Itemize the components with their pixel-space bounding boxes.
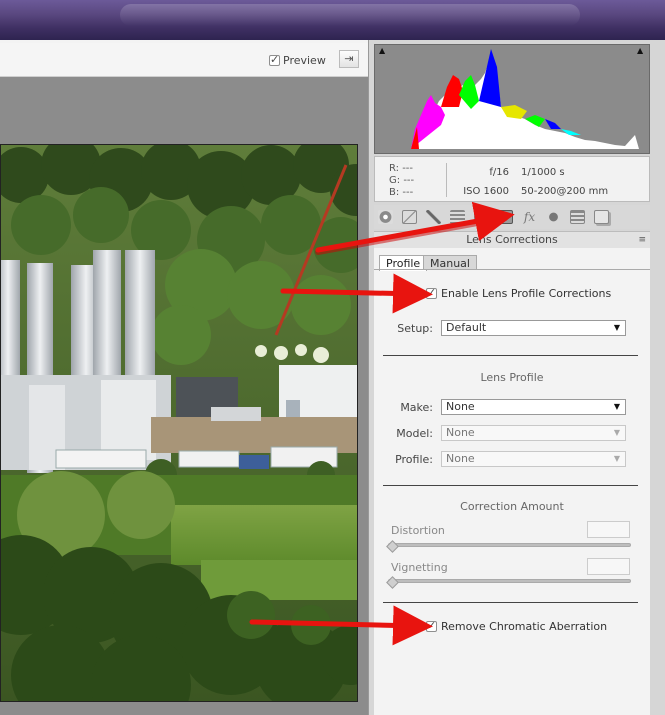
profile-value: None: [446, 452, 475, 465]
snapshots-icon[interactable]: [594, 210, 609, 224]
distortion-slider[interactable]: [388, 543, 631, 547]
basic-icon[interactable]: [378, 210, 393, 224]
model-select[interactable]: None ▼: [441, 425, 626, 441]
r-label: R:: [389, 163, 400, 174]
correction-amount-title: Correction Amount: [460, 500, 564, 513]
camera-calibration-icon[interactable]: [546, 210, 561, 224]
chevron-down-icon: ▼: [613, 402, 620, 411]
preview-toggle[interactable]: Preview: [269, 52, 326, 68]
iso-value: ISO 1600: [463, 186, 509, 197]
make-value: None: [446, 400, 475, 413]
model-label: Model:: [396, 427, 433, 440]
setup-label: Setup:: [397, 322, 433, 335]
chevron-down-icon: ▼: [613, 454, 620, 463]
model-value: None: [446, 426, 475, 439]
titlebar-gloss: [120, 4, 580, 26]
aperture-value: f/16: [489, 167, 509, 178]
detail-icon[interactable]: [426, 210, 441, 224]
enable-profile-checkbox[interactable]: [426, 286, 437, 299]
chromatic-aberration-row[interactable]: Remove Chromatic Aberration: [426, 619, 608, 633]
panel-header: Lens Corrections ≡: [374, 231, 650, 249]
window-titlebar: [0, 0, 665, 40]
lens-value: 50-200@200 mm: [521, 186, 609, 197]
setup-value: Default: [446, 321, 487, 334]
chromatic-aberration-checkbox[interactable]: [426, 619, 437, 632]
enable-profile-row[interactable]: Enable Lens Profile Corrections: [426, 286, 612, 300]
lens-profile-title: Lens Profile: [480, 371, 544, 384]
fx-icon[interactable]: fx: [522, 210, 537, 224]
vignetting-value-field[interactable]: [587, 558, 630, 575]
panel-title: Lens Corrections: [466, 233, 558, 246]
tab-underline: [374, 269, 650, 270]
preview-checkbox[interactable]: [269, 53, 280, 66]
divider-2: [383, 485, 638, 486]
enable-profile-label: Enable Lens Profile Corrections: [441, 287, 612, 300]
panel-tabs: fx: [374, 205, 650, 229]
make-label: Make:: [400, 401, 433, 414]
info-separator: [446, 163, 447, 197]
b-value: ---: [402, 187, 414, 198]
b-label: B:: [389, 187, 400, 198]
tone-curve-icon[interactable]: [402, 210, 417, 224]
lens-corrections-icon[interactable]: [498, 210, 513, 224]
presets-icon[interactable]: [570, 210, 585, 224]
profile-label: Profile:: [395, 453, 433, 466]
setup-select[interactable]: Default ▼: [441, 320, 626, 336]
g-value: ---: [403, 175, 415, 186]
vignetting-label: Vignetting: [391, 561, 448, 574]
histogram: ▲ ▲: [374, 44, 650, 154]
hsl-icon[interactable]: [450, 210, 465, 224]
highlight-clipping-icon[interactable]: ▲: [637, 47, 647, 55]
info-readout: R: --- G: --- B: --- f/16 ISO 1600 1/100…: [374, 156, 650, 202]
distortion-value-field[interactable]: [587, 521, 630, 538]
distortion-label: Distortion: [391, 524, 445, 537]
shutter-value: 1/1000 s: [521, 167, 565, 178]
g-label: G:: [389, 175, 401, 186]
chevron-down-icon: ▼: [613, 323, 620, 332]
preview-photo: [0, 144, 358, 702]
make-select[interactable]: None ▼: [441, 399, 626, 415]
divider-3: [383, 602, 638, 603]
panel-menu-icon[interactable]: ≡: [638, 232, 646, 248]
lens-corrections-panel: [374, 248, 650, 715]
vignetting-slider[interactable]: [388, 579, 631, 583]
chevron-down-icon: ▼: [613, 428, 620, 437]
split-tone-icon[interactable]: [474, 210, 489, 224]
shadow-clipping-icon[interactable]: ▲: [379, 47, 389, 55]
divider-1: [383, 355, 638, 356]
chromatic-aberration-label: Remove Chromatic Aberration: [441, 620, 608, 633]
preview-label: Preview: [283, 53, 326, 67]
toggle-fullscreen-icon[interactable]: ⇥: [339, 50, 359, 68]
profile-select[interactable]: None ▼: [441, 451, 626, 467]
tab-manual[interactable]: Manual: [423, 255, 477, 270]
r-value: ---: [402, 163, 414, 174]
